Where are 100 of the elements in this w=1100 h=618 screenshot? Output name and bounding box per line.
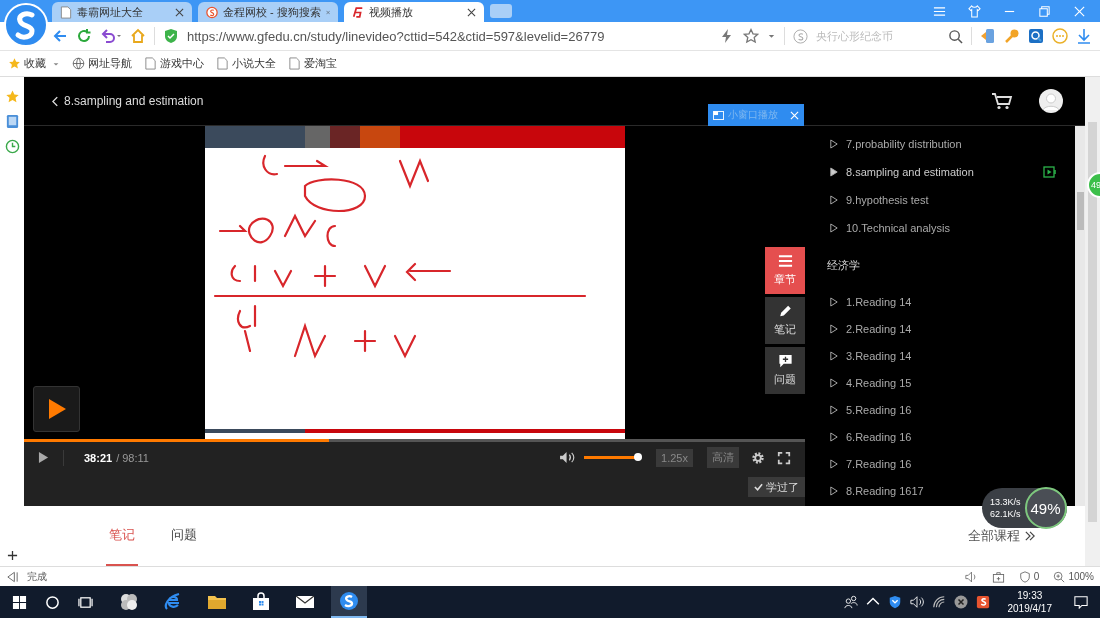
total-time: / 98:11 — [116, 451, 149, 464]
chevron-left-icon — [52, 95, 59, 107]
chapter-item[interactable]: 8.sampling and estimation — [805, 158, 1075, 186]
scrollbar[interactable] — [1075, 126, 1085, 506]
browser-tab[interactable]: 毒霸网址大全 — [52, 2, 192, 22]
avatar-icon[interactable] — [1039, 89, 1063, 113]
play-icon — [830, 485, 838, 496]
search-icon[interactable] — [45, 594, 60, 610]
ad-block-count[interactable]: 0 — [1018, 570, 1040, 583]
browser-tab[interactable]: 视频播放 — [344, 2, 484, 22]
chapter-item[interactable]: 10.Technical analysis — [805, 214, 968, 242]
scrollbar[interactable] — [1085, 77, 1100, 566]
sidebar-toggle-icon[interactable] — [6, 570, 19, 583]
wifi-icon[interactable] — [931, 595, 946, 609]
learned-button[interactable]: 学过了 — [748, 477, 805, 497]
bookmark-item[interactable]: 网址导航 — [72, 56, 132, 71]
magnifier-icon[interactable] — [1028, 28, 1044, 44]
search-icon[interactable] — [948, 28, 963, 44]
volume-icon[interactable] — [909, 595, 924, 609]
progress-bar[interactable] — [24, 439, 805, 442]
chapter-item[interactable]: 5.Reading 16 — [805, 396, 930, 423]
phone-icon[interactable] — [980, 28, 996, 44]
content-tab[interactable]: 笔记 — [106, 506, 138, 566]
clock[interactable]: 19:33 2019/4/17 — [1007, 589, 1052, 615]
side-panel-button[interactable]: 笔记 — [765, 297, 805, 344]
bookmark-item[interactable]: 游戏中心 — [144, 56, 204, 71]
chapter-item[interactable]: 8.Reading 1617 — [805, 477, 942, 504]
url-field[interactable]: https://www.gfedu.cn/study/linevideo?cttid=542&ctid=597&levelid=26779 — [187, 28, 711, 44]
volume-icon[interactable] — [559, 451, 577, 464]
pinwheel-icon — [119, 592, 139, 612]
back-icon[interactable] — [52, 28, 68, 44]
play-icon — [830, 377, 838, 388]
undo-icon[interactable] — [100, 28, 122, 44]
shirt-icon[interactable] — [968, 4, 981, 18]
double-chevron-icon — [1025, 531, 1035, 541]
browser-tab[interactable]: 金程网校 - 搜狗搜索 — [198, 2, 338, 22]
fullscreen-icon[interactable] — [777, 450, 791, 465]
refresh-icon[interactable] — [76, 28, 92, 44]
play-icon — [830, 195, 838, 205]
add-icon[interactable] — [6, 550, 18, 561]
zoom-level[interactable]: 100% — [1053, 570, 1094, 583]
play-icon — [830, 167, 838, 177]
site-logo-icon — [352, 5, 364, 19]
play-icon — [830, 458, 838, 469]
star-icon — [8, 57, 21, 70]
clock-icon[interactable] — [4, 139, 20, 154]
bookmark-item[interactable]: 收藏 — [8, 56, 60, 71]
network-speed-widget[interactable]: 13.3K/s 62.1K/s 49% — [982, 488, 1067, 528]
taskbar-app[interactable] — [331, 586, 367, 618]
play-icon — [830, 404, 838, 415]
shield-icon — [163, 28, 179, 44]
bookmark-item[interactable]: 小说大全 — [216, 56, 276, 71]
star-icon[interactable] — [4, 89, 20, 104]
input-method-icon[interactable] — [975, 595, 990, 609]
notification-icon[interactable] — [1074, 595, 1088, 609]
speaker-icon[interactable] — [964, 570, 978, 583]
play-button[interactable] — [33, 386, 80, 432]
content-tab[interactable]: 问题 — [168, 506, 200, 566]
mini-window-icon — [713, 110, 724, 120]
chapter-item[interactable]: 2.Reading 14 — [805, 315, 930, 342]
chapter-item[interactable]: 7.probability distribution — [805, 130, 980, 158]
close-icon[interactable] — [467, 7, 476, 17]
browser-logo-icon — [339, 591, 359, 611]
search-field[interactable]: 央行心形纪念币 — [793, 28, 963, 44]
browser-logo-icon[interactable] — [4, 3, 48, 47]
side-panel-button[interactable]: 章节 — [765, 247, 805, 294]
chapter-item[interactable]: 9.hypothesis test — [805, 186, 947, 214]
speech-bubble-icon — [777, 354, 793, 368]
people-icon[interactable] — [843, 595, 858, 609]
download-icon[interactable] — [1076, 28, 1092, 44]
side-panel-button[interactable]: 问题 — [765, 347, 805, 394]
globe-icon — [72, 57, 85, 70]
error-icon[interactable] — [953, 595, 968, 609]
chapter-item[interactable]: 7.Reading 16 — [805, 450, 930, 477]
star-icon[interactable] — [743, 28, 759, 44]
toolbox-icon[interactable] — [991, 570, 1005, 583]
shield-icon[interactable] — [887, 595, 902, 609]
cart-icon[interactable] — [991, 92, 1013, 110]
volume-slider[interactable] — [584, 456, 643, 459]
play-icon — [46, 398, 67, 420]
chapter-item[interactable]: 1.Reading 14 — [805, 288, 930, 315]
check-icon — [754, 483, 763, 491]
windows-start-icon[interactable] — [12, 594, 27, 610]
all-courses-link[interactable]: 全部课程 — [968, 527, 1035, 545]
settings-icon[interactable] — [751, 450, 765, 465]
play-icon[interactable] — [38, 451, 49, 464]
page-icon — [60, 5, 72, 19]
chapter-item[interactable]: 4.Reading 15 — [805, 369, 930, 396]
menu-icon[interactable] — [933, 4, 946, 18]
tablet-icon[interactable] — [4, 114, 20, 129]
chapter-item[interactable]: 3.Reading 14 — [805, 342, 930, 369]
video-icon — [1043, 166, 1057, 178]
page-icon — [144, 57, 157, 70]
back-link[interactable]: 8.sampling and estimation — [52, 94, 204, 108]
sogou-icon — [206, 5, 218, 19]
shield-icon — [1018, 570, 1031, 583]
chapter-item[interactable]: 6.Reading 16 — [805, 423, 930, 450]
close-icon[interactable] — [175, 7, 184, 17]
task-view-icon[interactable] — [78, 594, 93, 610]
bookmark-item[interactable]: 爱淘宝 — [288, 56, 337, 71]
